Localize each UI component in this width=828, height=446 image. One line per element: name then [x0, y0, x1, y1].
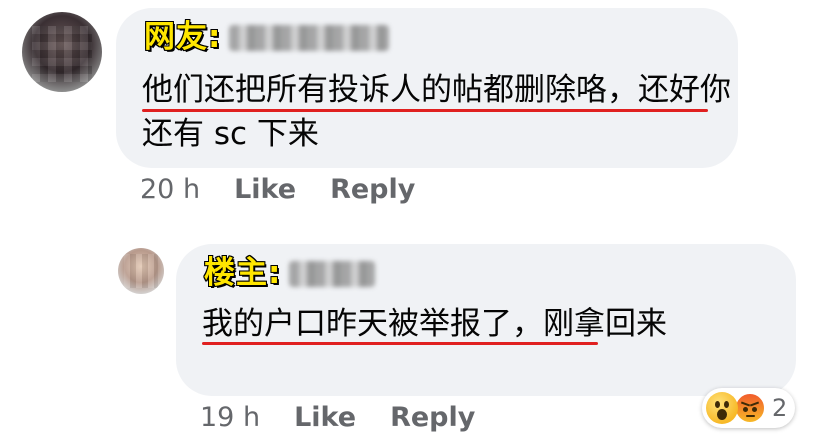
reply-actions: 19 h Like Reply — [200, 402, 509, 433]
comment-bubble: 网友: 他们还把所有投诉人的帖都删除咯，还好你还有 sc 下来 — [116, 8, 738, 168]
reaction-summary[interactable]: 2 — [702, 388, 796, 428]
replier-avatar[interactable] — [118, 248, 164, 294]
reply-timestamp[interactable]: 19 h — [200, 402, 260, 433]
commenter-name-blurred[interactable] — [229, 24, 390, 51]
highlight-underline — [202, 342, 598, 345]
angry-icon — [734, 392, 766, 424]
comment-text: 他们还把所有投诉人的帖都删除咯，还好你还有 sc 下来 — [142, 72, 731, 152]
comment-actions: 20 h Like Reply — [140, 174, 449, 205]
replier-name-blurred[interactable] — [289, 260, 376, 287]
highlight-underline — [142, 109, 708, 112]
reaction-count: 2 — [772, 394, 788, 422]
commenter-avatar[interactable] — [22, 12, 102, 92]
reply-like-button[interactable]: Like — [294, 402, 356, 433]
wow-icon — [706, 392, 738, 424]
reply-bubble: 楼主: 我的户口昨天被举报了，刚拿回来 — [176, 244, 796, 396]
reply-reply-button[interactable]: Reply — [390, 402, 475, 433]
comment-author-row: 网友: — [143, 19, 390, 55]
comment-reply-button[interactable]: Reply — [330, 174, 415, 205]
reply-author-row: 楼主: — [203, 255, 376, 291]
commenter-tag: 网友: — [143, 19, 222, 55]
comment-like-button[interactable]: Like — [234, 174, 296, 205]
comment-timestamp[interactable]: 20 h — [140, 174, 200, 205]
replier-tag: 楼主: — [203, 255, 282, 291]
reply-text: 我的户口昨天被举报了，刚拿回来 — [202, 306, 667, 342]
